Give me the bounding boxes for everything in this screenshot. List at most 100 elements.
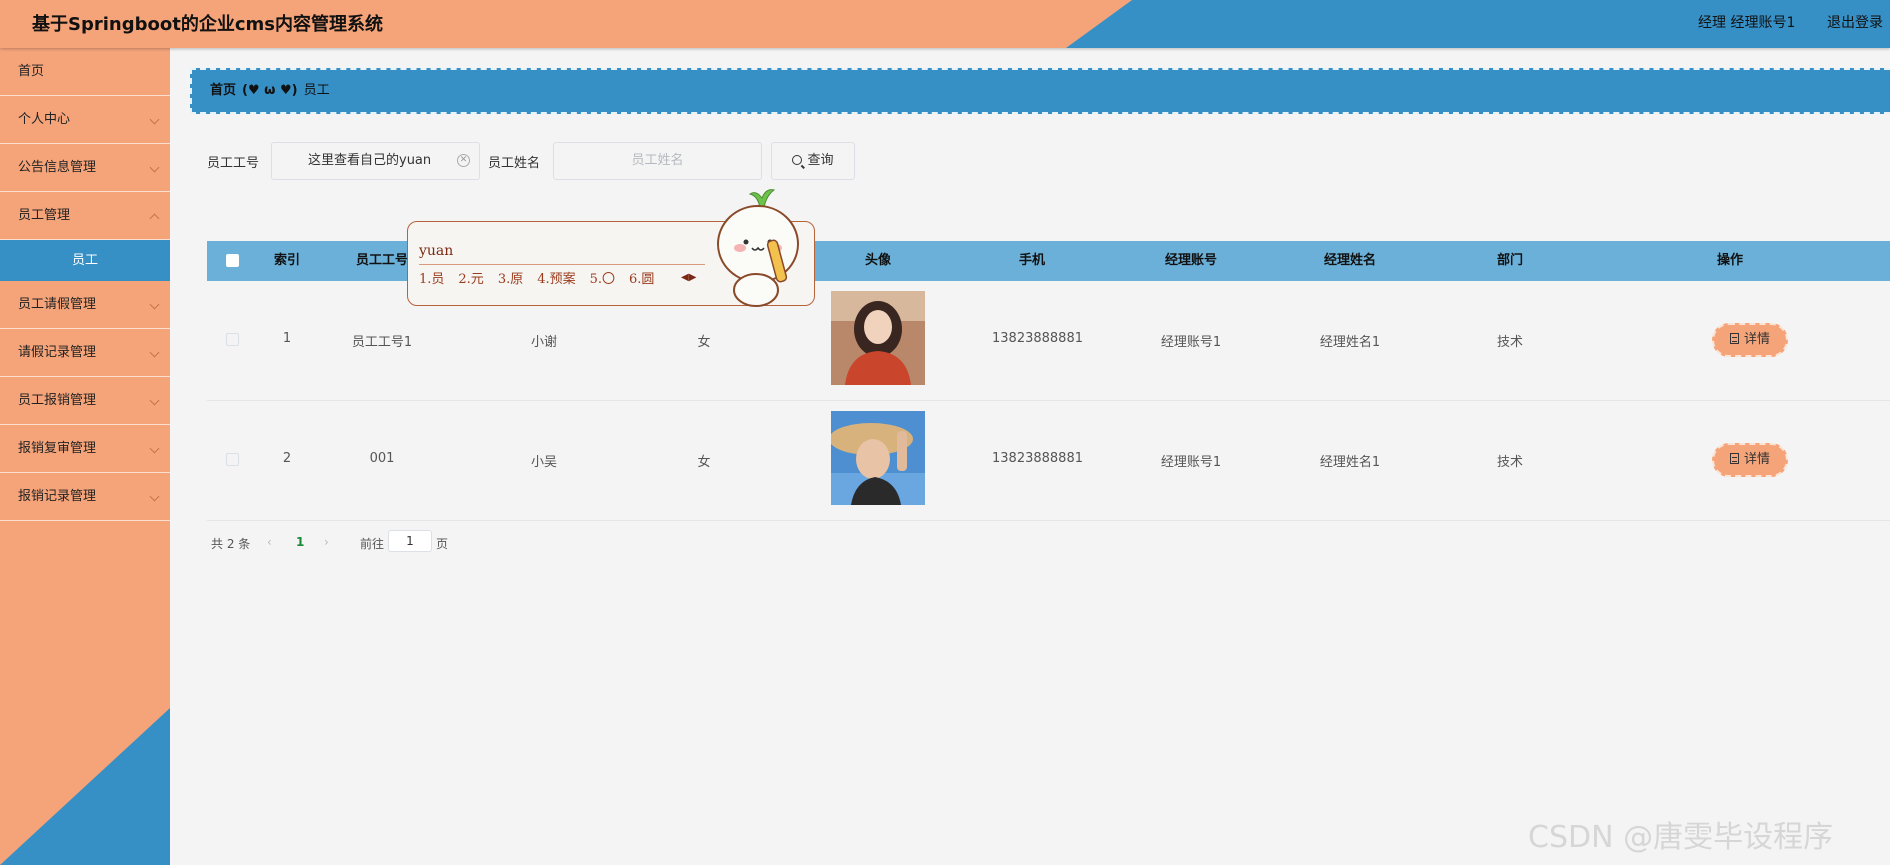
prev-page-icon[interactable]: ‹ — [267, 535, 272, 549]
column-header-avatar: 头像 — [864, 253, 891, 268]
avatar — [831, 291, 925, 385]
sidebar-item-label: 员工请假管理 — [18, 297, 97, 312]
goto-page-input[interactable]: 1 — [388, 530, 432, 552]
employee-name-placeholder: 员工姓名 — [631, 153, 684, 168]
clear-icon[interactable]: ✕ — [457, 154, 470, 167]
chevron-down-icon — [149, 395, 160, 406]
breadcrumb-home[interactable]: 首页 — [210, 83, 236, 98]
avatar — [831, 411, 925, 505]
cell-department: 技术 — [1496, 335, 1523, 350]
chevron-down-icon — [149, 443, 160, 454]
cell-phone: 13823888881 — [992, 451, 1083, 466]
cell-index: 2 — [282, 451, 292, 466]
cell-gender: 女 — [697, 455, 711, 470]
detail-button-label: 详情 — [1743, 452, 1770, 467]
sidebar-item-reimbursement[interactable]: 员工报销管理 — [0, 377, 170, 425]
ime-candidate[interactable]: 4.预案 — [537, 268, 575, 287]
app-header: 基于Springboot的企业cms内容管理系统 经理 经理账号1 退出登录 — [0, 0, 1890, 48]
cell-name: 小吴 — [530, 455, 557, 470]
document-icon — [1729, 453, 1739, 464]
sidebar-subitem-employee[interactable]: 员工 — [0, 240, 170, 281]
table-row: 2 001 小吴 女 13823888881 经理账号1 经理姓名1 技术 详情 — [207, 401, 1890, 521]
cell-phone: 13823888881 — [992, 331, 1083, 346]
sidebar-item-leave-records[interactable]: 请假记录管理 — [0, 329, 170, 377]
detail-button[interactable]: 详情 — [1712, 443, 1788, 477]
current-user: 经理 经理账号1 — [1698, 15, 1796, 31]
sidebar-item-reimbursement-records[interactable]: 报销记录管理 — [0, 473, 170, 521]
column-header-manager-name: 经理姓名 — [1323, 253, 1376, 268]
row-checkbox[interactable] — [226, 333, 239, 346]
sidebar-item-notices[interactable]: 公告信息管理 — [0, 144, 170, 192]
breadcrumb-current: 员工 — [303, 83, 330, 98]
watermark: CSDN @唐雯毕设程序 — [1528, 820, 1834, 855]
employee-no-label: 员工工号 — [207, 156, 260, 171]
cell-manager-name: 经理姓名1 — [1319, 455, 1381, 470]
app-title: 基于Springboot的企业cms内容管理系统 — [32, 14, 383, 35]
chevron-down-icon — [149, 162, 160, 173]
cell-emp-no: 员工工号1 — [351, 335, 413, 350]
sidebar-item-label: 员工管理 — [18, 208, 71, 223]
document-icon — [1729, 333, 1739, 344]
sidebar-item-home[interactable]: 首页 — [0, 48, 170, 96]
ime-candidate[interactable]: 1.员 — [419, 268, 444, 287]
cell-emp-no: 001 — [369, 451, 395, 466]
employee-no-input[interactable]: 这里查看自己的yuan ✕ — [271, 142, 480, 180]
breadcrumb-separator: (♥ ω ♥) — [242, 83, 298, 98]
search-icon — [792, 155, 803, 165]
sidebar-item-label: 员工报销管理 — [18, 393, 97, 408]
ime-divider — [419, 264, 705, 265]
detail-button[interactable]: 详情 — [1712, 323, 1788, 357]
chevron-up-icon — [149, 213, 160, 224]
pagination-total: 共 2 条 — [211, 537, 251, 551]
detail-button-label: 详情 — [1743, 332, 1770, 347]
ime-page-arrows-icon[interactable]: ◀▶ — [681, 272, 696, 283]
page-number[interactable]: 1 — [296, 535, 304, 549]
column-header-index: 索引 — [273, 253, 300, 268]
cell-department: 技术 — [1496, 455, 1523, 470]
column-header-department: 部门 — [1496, 253, 1523, 268]
cell-manager-name: 经理姓名1 — [1319, 335, 1381, 350]
row-checkbox[interactable] — [226, 453, 239, 466]
next-page-icon[interactable]: › — [324, 535, 329, 549]
column-header-manager-account: 经理账号 — [1164, 253, 1217, 268]
ime-composition-text: yuan — [419, 243, 454, 259]
employee-name-input[interactable]: 员工姓名 — [553, 142, 762, 180]
query-button-label: 查询 — [807, 153, 834, 168]
sidebar-item-personal-center[interactable]: 个人中心 — [0, 96, 170, 144]
goto-prefix: 前往 — [360, 537, 385, 551]
column-header-actions: 操作 — [1716, 253, 1743, 268]
ime-candidate-popup: yuan 1.员 2.元 3.原 4.预案 5.〇 6.圆 ◀▶ — [407, 189, 815, 307]
employee-name-label: 员工姓名 — [488, 156, 541, 171]
goto-suffix: 页 — [436, 537, 449, 551]
sidebar-item-employees[interactable]: 员工管理 — [0, 192, 170, 240]
query-button[interactable]: 查询 — [771, 142, 855, 180]
sidebar-item-label: 报销复审管理 — [18, 441, 97, 456]
ime-mascot-icon — [714, 186, 814, 314]
chevron-down-icon — [149, 491, 160, 502]
ime-candidate[interactable]: 3.原 — [498, 268, 523, 287]
column-header-phone: 手机 — [1018, 253, 1045, 268]
cell-index: 1 — [282, 331, 292, 346]
chevron-down-icon — [149, 347, 160, 358]
ime-candidate[interactable]: 2.元 — [458, 268, 483, 287]
cell-gender: 女 — [697, 335, 711, 350]
select-all-checkbox[interactable] — [226, 254, 239, 267]
cell-manager-account: 经理账号1 — [1160, 335, 1222, 350]
sidebar-item-label: 个人中心 — [18, 112, 71, 127]
sidebar-item-label: 报销记录管理 — [18, 489, 97, 504]
sidebar-item-label: 首页 — [18, 64, 45, 79]
ime-candidate-list: 1.员 2.元 3.原 4.预案 5.〇 6.圆 — [419, 268, 668, 287]
logout-link[interactable]: 退出登录 — [1827, 12, 1883, 32]
chevron-down-icon — [149, 114, 160, 125]
sidebar-item-label: 请假记录管理 — [18, 345, 97, 360]
employee-no-value: 这里查看自己的yuan — [308, 153, 432, 168]
sidebar: 首页 个人中心 公告信息管理 员工管理 员工 员工请假管理 请假记录管理 员工报… — [0, 48, 170, 865]
ime-candidate[interactable]: 5.〇 — [590, 268, 615, 287]
chevron-down-icon — [149, 299, 160, 310]
sidebar-item-leave[interactable]: 员工请假管理 — [0, 281, 170, 329]
ime-candidate[interactable]: 6.圆 — [629, 268, 654, 287]
cell-manager-account: 经理账号1 — [1160, 455, 1222, 470]
sidebar-item-reimbursement-review[interactable]: 报销复审管理 — [0, 425, 170, 473]
sidebar-item-label: 公告信息管理 — [18, 160, 97, 175]
cell-name: 小谢 — [530, 335, 557, 350]
